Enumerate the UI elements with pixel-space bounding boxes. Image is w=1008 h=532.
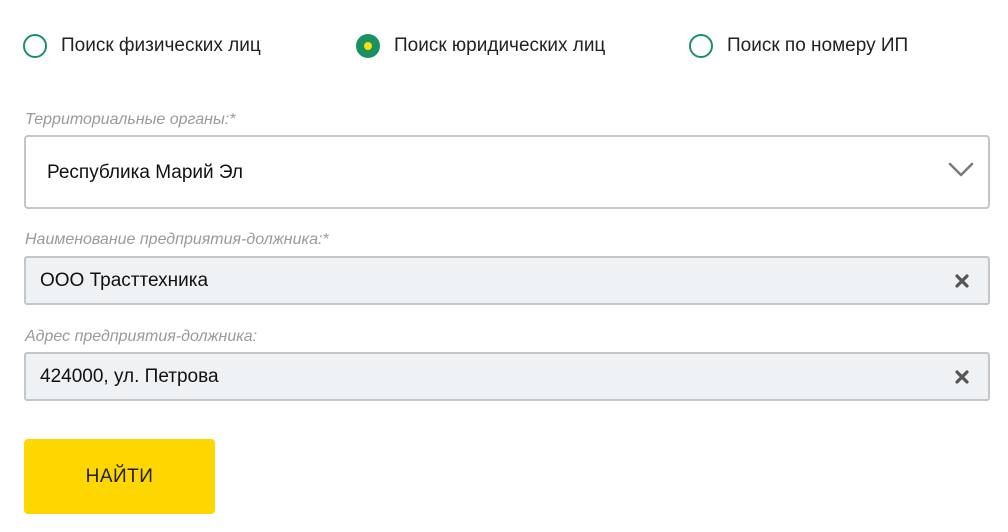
radio-button-checked[interactable]: [356, 34, 380, 58]
territory-select[interactable]: Республика Марий Эл: [24, 135, 990, 209]
radio-label-legal-entities: Поиск юридических лиц: [394, 35, 606, 56]
clear-x-icon[interactable]: [954, 369, 970, 385]
search-type-radio-group: Поиск физических лиц Поиск юридических л…: [23, 31, 1008, 61]
company-address-label: Адрес предприятия-должника:: [25, 328, 258, 345]
radio-button-unchecked[interactable]: [23, 34, 47, 58]
company-name-value: ООО Трасттехника: [40, 270, 209, 291]
radio-label-ip-number: Поиск по номеру ИП: [727, 35, 909, 56]
radio-label-individuals: Поиск физических лиц: [61, 35, 261, 56]
territory-select-value: Республика Марий Эл: [47, 162, 244, 183]
radio-legal-entities[interactable]: Поиск юридических лиц: [356, 31, 605, 61]
find-button[interactable]: НАЙТИ: [24, 439, 215, 514]
radio-individuals[interactable]: Поиск физических лиц: [23, 31, 261, 61]
radio-button-unchecked[interactable]: [689, 34, 713, 58]
company-address-input[interactable]: 424000, ул. Петрова: [24, 352, 990, 401]
territory-label: Территориальные органы:*: [25, 111, 236, 128]
radio-ip-number[interactable]: Поиск по номеру ИП: [689, 31, 908, 61]
chevron-down-icon[interactable]: [948, 161, 974, 179]
company-name-input[interactable]: ООО Трасттехника: [24, 256, 990, 305]
clear-x-icon[interactable]: [954, 273, 970, 289]
company-address-value: 424000, ул. Петрова: [40, 366, 219, 387]
company-name-label: Наименование предприятия-должника:*: [25, 231, 329, 248]
